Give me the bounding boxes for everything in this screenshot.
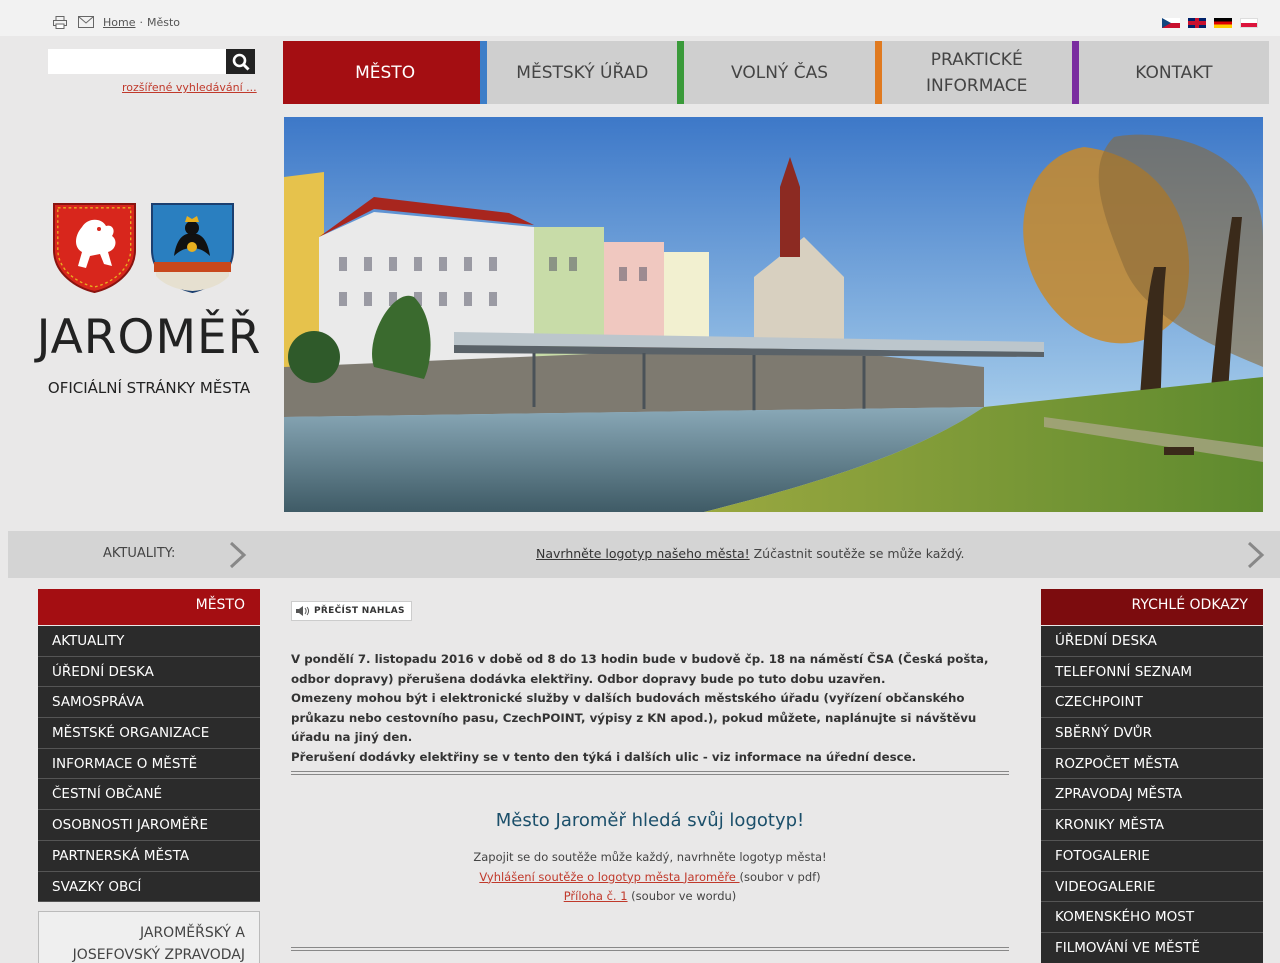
search-input[interactable] (48, 49, 226, 74)
ticker-next-arrow-icon[interactable] (1246, 541, 1266, 569)
logo-contest-intro: Zapojit se do soutěže může každý, navrhn… (473, 850, 827, 864)
attachment-note: (soubor ve wordu) (627, 889, 737, 903)
quick-link-item[interactable]: KOMENSKÉHO MOST (1041, 902, 1263, 933)
breadcrumb-home-link[interactable]: Home (103, 16, 135, 29)
print-icon[interactable] (53, 16, 67, 32)
quick-link-item[interactable]: TELEFONNÍ SEZNAM (1041, 656, 1263, 688)
quick-link-item[interactable]: ÚŘEDNÍ DESKA (1041, 626, 1263, 657)
quick-link-item[interactable]: ZPRAVODAJ MĚSTA (1041, 779, 1263, 811)
nav-item-mestsky-urad[interactable]: MĚSTSKÝ ÚŘAD (480, 41, 678, 104)
contest-announcement-link[interactable]: Vyhlášení soutěže o logotyp města Jaromě… (479, 870, 739, 884)
town-name: JAROMĚŘ (36, 310, 262, 365)
polish-flag-icon[interactable] (1240, 18, 1258, 28)
left-menu-item[interactable]: OSOBNOSTI JAROMĚŘE (38, 810, 260, 841)
nav-item-mesto[interactable]: MĚSTO (283, 41, 481, 104)
left-menu-item[interactable]: SVAZKY OBCÍ (38, 871, 260, 903)
zpravodaj-line1: JAROMĚŘSKÝ A (139, 925, 245, 941)
hero-photo (284, 117, 1263, 512)
left-menu-item[interactable]: SAMOSPRÁVA (38, 687, 260, 719)
breadcrumb-separator: · (139, 16, 143, 29)
zpravodaj-line2: JOSEFOVSKÝ ZPRAVODAJ (72, 947, 245, 963)
ticker-prev-arrow-icon[interactable] (228, 541, 248, 569)
language-flags (1162, 18, 1258, 28)
czech-flag-icon[interactable] (1162, 18, 1180, 28)
nav-item-volny-cas[interactable]: VOLNÝ ČAS (677, 41, 875, 104)
zpravodaj-box[interactable]: JAROMĚŘSKÝ A JOSEFOVSKÝ ZPRAVODAJ (38, 911, 260, 963)
read-aloud-label: PŘEČÍST NAHLAS (314, 606, 405, 616)
content-divider (291, 947, 1009, 951)
quick-link-item[interactable]: SBĚRNÝ DVŮR (1041, 718, 1263, 749)
read-aloud-button[interactable]: PŘEČÍST NAHLAS (291, 601, 412, 621)
left-menu-item[interactable]: PARTNERSKÁ MĚSTA (38, 840, 260, 872)
nav-label: MĚSTSKÝ ÚŘAD (516, 62, 649, 83)
search-button[interactable] (226, 49, 255, 74)
logo-contest-title: Město Jaroměř hledá svůj logotyp! (495, 810, 805, 831)
top-bar: Home · Město (0, 0, 1280, 36)
advanced-search-link[interactable]: rozšířené vyhledávání ... (122, 81, 257, 94)
left-menu-item[interactable]: MĚSTSKÉ ORGANIZACE (38, 718, 260, 749)
quick-links-menu: ÚŘEDNÍ DESKA TELEFONNÍ SEZNAM CZECHPOINT… (1041, 626, 1263, 963)
breadcrumb: Home · Město (103, 16, 180, 30)
quick-link-item[interactable]: CZECHPOINT (1041, 687, 1263, 719)
ticker-label: AKTUALITY: (103, 546, 176, 561)
town-subtitle: OFICIÁLNÍ STRÁNKY MĚSTA (47, 379, 251, 397)
quick-link-item[interactable]: KRONIKY MĚSTA (1041, 810, 1263, 841)
ticker-rest: Zúčastnit soutěže se může každý. (749, 546, 965, 561)
left-menu-item[interactable]: ÚŘEDNÍ DESKA (38, 656, 260, 688)
town-crest-eagle-icon (151, 203, 234, 294)
left-menu-item[interactable]: AKTUALITY (38, 626, 260, 657)
attachment-link[interactable]: Příloha č. 1 (564, 889, 628, 903)
quick-link-item[interactable]: FILMOVÁNÍ VE MĚSTĚ (1041, 932, 1263, 963)
nav-label: KONTAKT (1135, 62, 1213, 83)
breadcrumb-current: Město (146, 16, 181, 29)
notice-paragraph: Přerušení dodávky elektřiny se v tento d… (291, 749, 917, 764)
ticker-link[interactable]: Navrhněte logotyp našeho města! (536, 546, 750, 561)
contest-announcement-note: (soubor v pdf) (739, 869, 821, 884)
nav-label: VOLNÝ ČAS (731, 62, 828, 83)
quick-link-item[interactable]: ROZPOČET MĚSTA (1041, 748, 1263, 780)
left-menu-item[interactable]: INFORMACE O MĚSTĚ (38, 748, 260, 780)
news-ticker: AKTUALITY: Navrhněte logotyp našeho měst… (8, 531, 1280, 578)
speaker-icon (296, 606, 309, 616)
quick-link-item[interactable]: FOTOGALERIE (1041, 840, 1263, 872)
notice-text: V pondělí 7. listopadu 2016 v době od 8 … (291, 650, 1013, 767)
notice-paragraph: Omezeny mohou být i elektronické služby … (291, 691, 977, 744)
english-flag-icon[interactable] (1188, 18, 1206, 28)
left-menu-title: MĚSTO (38, 589, 260, 625)
nav-item-prakticke-informace[interactable]: PRAKTICKÉ INFORMACE (874, 41, 1072, 104)
content-divider (291, 771, 1009, 775)
main-navigation: MĚSTO MĚSTSKÝ ÚŘAD VOLNÝ ČAS PRAKTICKÉ IN… (283, 41, 1270, 104)
left-menu: AKTUALITY ÚŘEDNÍ DESKA SAMOSPRÁVA MĚSTSK… (38, 626, 260, 903)
quick-link-item[interactable]: VIDEOGALERIE (1041, 871, 1263, 903)
german-flag-icon[interactable] (1214, 18, 1232, 28)
nav-item-kontakt[interactable]: KONTAKT (1071, 41, 1270, 104)
town-crest-lion-icon (53, 203, 136, 294)
quick-links-title: RYCHLÉ ODKAZY (1041, 589, 1263, 625)
nav-label-line2: INFORMACE (926, 75, 1028, 96)
left-menu-item[interactable]: ČESTNÍ OBČANÉ (38, 779, 260, 811)
email-icon[interactable] (78, 16, 94, 31)
notice-paragraph: V pondělí 7. listopadu 2016 v době od 8 … (291, 652, 989, 686)
logo-contest-text: Zapojit se do soutěže může každý, navrhn… (291, 848, 1009, 907)
nav-label: PRAKTICKÉ (930, 49, 1023, 70)
search-icon (232, 53, 250, 71)
nav-label: MĚSTO (355, 62, 416, 83)
ticker-text: Navrhněte logotyp našeho města! Zúčastni… (536, 546, 964, 561)
